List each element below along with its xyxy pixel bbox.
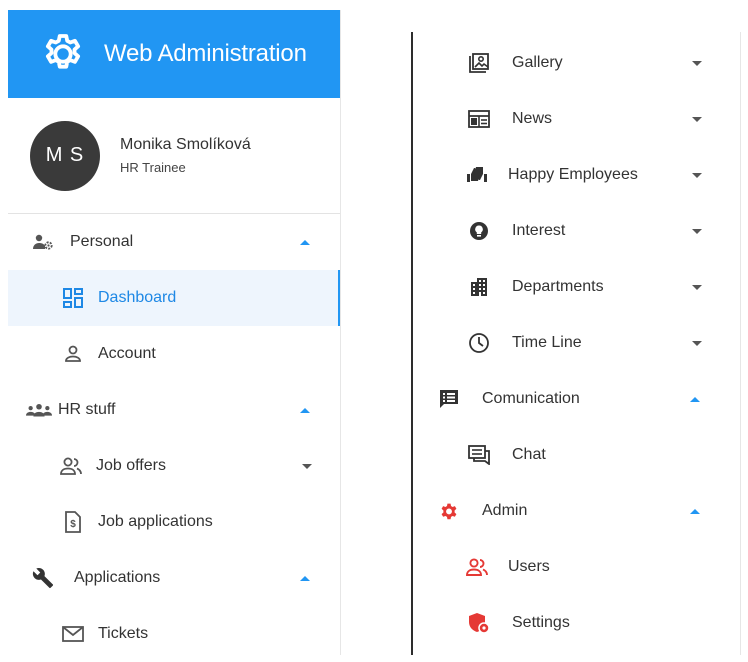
- news-icon: [466, 106, 492, 132]
- chevron-down-icon[interactable]: [692, 116, 702, 122]
- nav-applications[interactable]: Applications: [8, 550, 340, 606]
- nav-settings-label: Settings: [512, 614, 570, 631]
- gear-icon: [45, 34, 81, 69]
- nav-happy-employees[interactable]: Happy Employees: [430, 147, 730, 203]
- user-role: HR Trainee: [120, 160, 186, 175]
- chat-icon: [466, 442, 492, 468]
- app-title: Web Administration: [104, 40, 307, 67]
- group-icon: [26, 397, 52, 423]
- nav-users-label: Users: [508, 558, 550, 575]
- user-name: Monika Smolíková: [120, 136, 251, 153]
- gallery-icon: [466, 50, 492, 76]
- nav-applications-label: Applications: [74, 569, 161, 586]
- nav-settings[interactable]: Settings: [430, 595, 730, 651]
- thumbs-icon: [464, 162, 490, 188]
- avatar: M S: [30, 120, 100, 191]
- nav-time-line[interactable]: Time Line: [430, 315, 730, 371]
- nav-departments-label: Departments: [512, 278, 604, 295]
- nav-account-label: Account: [98, 345, 156, 362]
- clock-icon: [466, 330, 492, 356]
- building-icon: [466, 274, 492, 300]
- chevron-up-icon[interactable]: [300, 239, 310, 245]
- wrench-icon: [30, 565, 56, 591]
- nav-gallery-label: Gallery: [512, 54, 563, 71]
- svg-text:$: $: [70, 519, 76, 530]
- nav-tickets[interactable]: Tickets: [8, 606, 340, 662]
- nav-happy-employees-label: Happy Employees: [508, 166, 638, 183]
- nav-chat-label: Chat: [512, 446, 546, 463]
- nav-job-applications-label: Job applications: [98, 513, 213, 530]
- nav-departments[interactable]: Departments: [430, 259, 730, 315]
- chevron-down-icon[interactable]: [692, 60, 702, 66]
- chevron-up-icon[interactable]: [690, 396, 700, 402]
- nav-dashboard[interactable]: Dashboard: [8, 270, 340, 326]
- nav-hr-stuff-label: HR stuff: [58, 401, 116, 418]
- people-gear-icon: [30, 229, 56, 255]
- chevron-down-icon[interactable]: [692, 284, 702, 290]
- nav-admin[interactable]: Admin: [430, 483, 730, 539]
- job-offers-icon: [58, 453, 84, 479]
- users-icon: [464, 554, 490, 580]
- nav-news[interactable]: News: [430, 91, 730, 147]
- shield-icon: [466, 610, 492, 636]
- nav-interest-label: Interest: [512, 222, 566, 239]
- mail-icon: [60, 621, 86, 647]
- nav-gallery[interactable]: Gallery: [430, 35, 730, 91]
- chevron-down-icon[interactable]: [692, 228, 702, 234]
- nav-job-applications[interactable]: $ Job applications: [8, 494, 340, 550]
- nav-chat[interactable]: Chat: [430, 427, 730, 483]
- nav-personal-label: Personal: [70, 233, 134, 250]
- panel-divider: [411, 32, 413, 655]
- dashboard-icon: [60, 285, 86, 311]
- nav-tickets-label: Tickets: [98, 625, 149, 642]
- sidebar-right: Gallery News Happy Employees Interest De…: [430, 35, 730, 651]
- nav-admin-label: Admin: [482, 502, 528, 519]
- chevron-up-icon[interactable]: [300, 407, 310, 413]
- chevron-down-icon[interactable]: [692, 340, 702, 346]
- nav-comunication[interactable]: Comunication: [430, 371, 730, 427]
- chevron-up-icon[interactable]: [690, 508, 700, 514]
- nav-dashboard-label: Dashboard: [98, 289, 177, 306]
- nav-hr-stuff[interactable]: HR stuff: [8, 382, 340, 438]
- panel-border: [740, 32, 741, 655]
- nav-account[interactable]: Account: [8, 326, 340, 382]
- nav-time-line-label: Time Line: [512, 334, 582, 351]
- account-icon: [60, 341, 86, 367]
- brand-header: Web Administration: [8, 10, 340, 98]
- admin-gear-icon: [436, 498, 462, 524]
- nav-news-label: News: [512, 110, 553, 127]
- nav-job-offers[interactable]: Job offers: [8, 438, 340, 494]
- chevron-down-icon[interactable]: [692, 172, 702, 178]
- chevron-up-icon[interactable]: [300, 575, 310, 581]
- nav-users[interactable]: Users: [430, 539, 730, 595]
- lightbulb-icon: [466, 218, 492, 244]
- nav-comunication-label: Comunication: [482, 390, 580, 407]
- sidebar-left: Web Administration M S Monika Smolíková …: [8, 10, 341, 655]
- nav-job-offers-label: Job offers: [96, 457, 166, 474]
- user-profile: M S Monika Smolíková HR Trainee: [8, 98, 340, 214]
- document-dollar-icon: $: [60, 509, 86, 535]
- chevron-down-icon[interactable]: [302, 463, 312, 469]
- nav-interest[interactable]: Interest: [430, 203, 730, 259]
- message-icon: [436, 386, 462, 412]
- nav-personal[interactable]: Personal: [8, 214, 340, 270]
